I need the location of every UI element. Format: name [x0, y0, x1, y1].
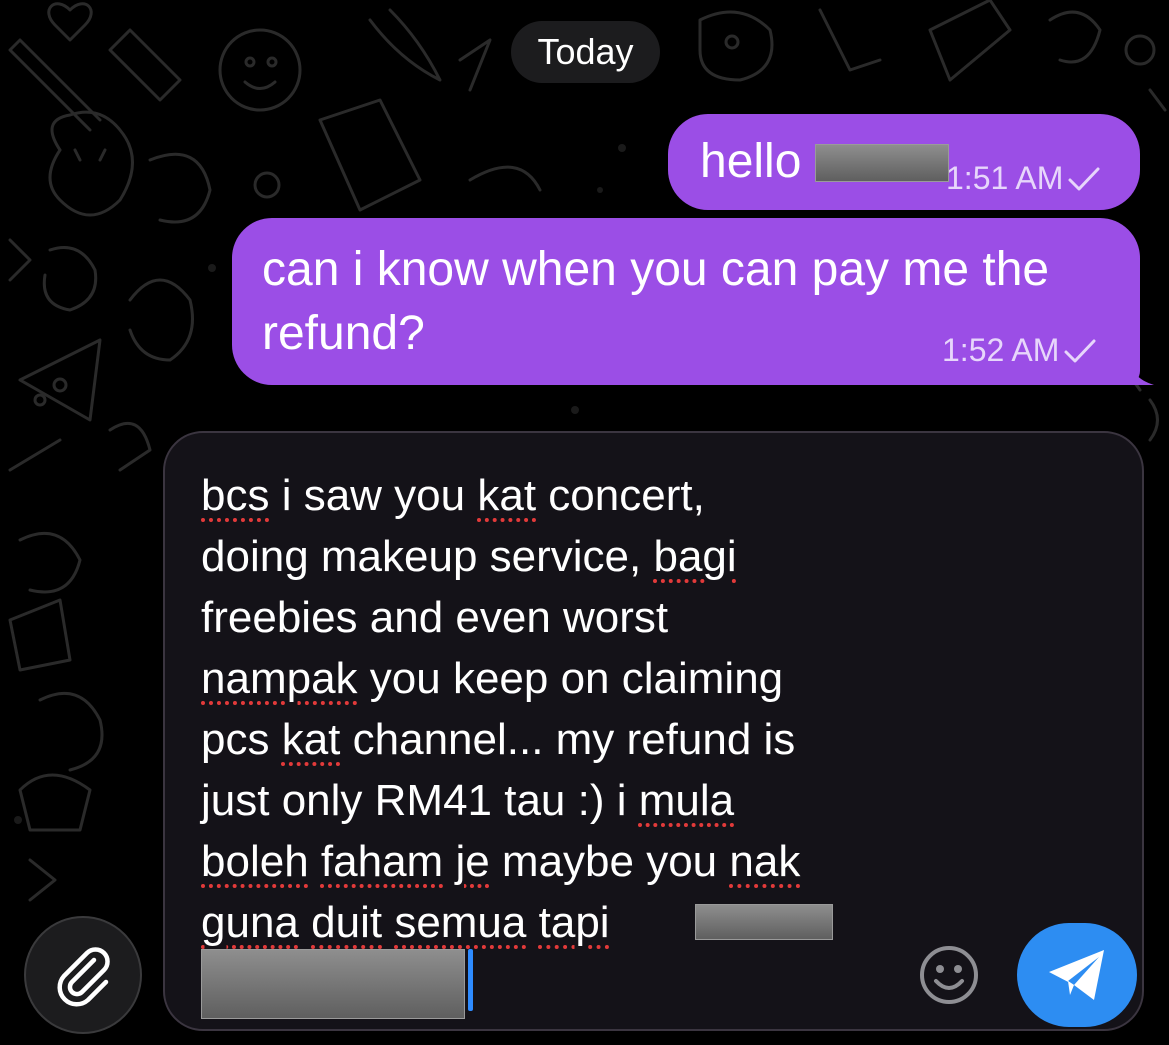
- check-icon: [1068, 167, 1100, 191]
- smiley-icon[interactable]: [917, 943, 981, 1007]
- paper-plane-icon: [1049, 950, 1104, 1000]
- message-time: 1:52 AM: [942, 332, 1060, 368]
- composer-text-run: [443, 837, 455, 886]
- misspelled-word: guna: [201, 898, 299, 947]
- outgoing-message[interactable]: can i know when you can pay me the refun…: [232, 218, 1154, 385]
- text-cursor: [468, 949, 473, 1011]
- message-text: hello: [700, 135, 802, 188]
- composer-text-run: [309, 837, 321, 886]
- misspelled-word: bcs: [201, 471, 270, 520]
- misspelled-word: bagi: [653, 532, 737, 581]
- composer-text[interactable]: bcs i saw you kat concert, doing makeup …: [201, 465, 921, 953]
- composer-text-run: [382, 898, 394, 947]
- misspelled-word: tapi: [538, 898, 610, 947]
- misspelled-word: nampak: [201, 654, 358, 703]
- misspelled-word: je: [455, 837, 490, 886]
- misspelled-word: mula: [638, 776, 735, 825]
- bubble-tail: [1124, 363, 1154, 385]
- composer-text-run: [526, 898, 538, 947]
- composer-text-run: maybe you: [489, 837, 730, 886]
- misspelled-word: faham: [320, 837, 444, 886]
- message-composer[interactable]: bcs i saw you kat concert, doing makeup …: [163, 431, 1144, 1031]
- composer-text-run: freebies and even worst: [201, 593, 669, 642]
- misspelled-word: duit: [311, 898, 383, 947]
- outgoing-message[interactable]: hello 1:51 AM: [668, 114, 1140, 210]
- message-time-row: 1:51 AM: [946, 158, 1101, 198]
- redacted-content: [695, 904, 833, 940]
- paperclip-icon: [57, 947, 110, 1007]
- check-icon: [1064, 339, 1096, 363]
- message-time-row: 1:52 AM: [942, 330, 1097, 370]
- message-time: 1:51 AM: [946, 160, 1064, 196]
- attach-button[interactable]: [24, 916, 142, 1034]
- misspelled-word: kat: [281, 715, 341, 764]
- date-separator: Today: [511, 21, 660, 83]
- misspelled-word: semua: [394, 898, 527, 947]
- composer-text-run: i saw you: [269, 471, 478, 520]
- misspelled-word: kat: [477, 471, 537, 520]
- redacted-content: [201, 949, 465, 1019]
- misspelled-word: nak: [729, 837, 801, 886]
- composer-text-run: [299, 898, 311, 947]
- redacted-content: [815, 144, 949, 182]
- misspelled-word: boleh: [201, 837, 309, 886]
- send-button[interactable]: [1017, 923, 1137, 1027]
